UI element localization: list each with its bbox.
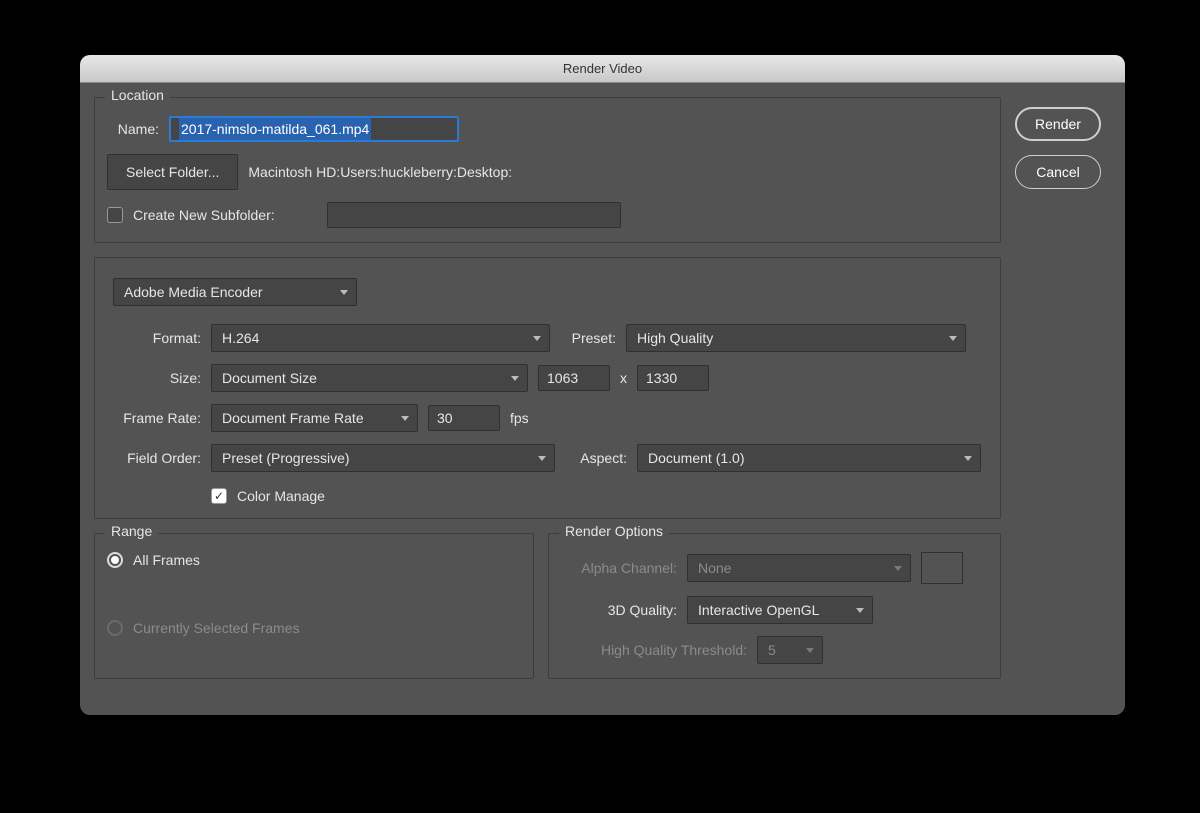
encoder-group: Adobe Media Encoder Format: H.264 Preset… bbox=[94, 257, 1001, 519]
hq-threshold-label: High Quality Threshold: bbox=[561, 642, 747, 658]
window-title: Render Video bbox=[563, 61, 642, 76]
titlebar: Render Video bbox=[80, 55, 1125, 83]
3d-quality-select[interactable]: Interactive OpenGL bbox=[687, 596, 873, 624]
hq-threshold-value: 5 bbox=[768, 642, 776, 658]
aspect-label: Aspect: bbox=[565, 450, 627, 466]
selected-frames-label: Currently Selected Frames bbox=[133, 620, 300, 636]
alpha-channel-value: None bbox=[698, 560, 731, 576]
render-button[interactable]: Render bbox=[1015, 107, 1101, 141]
3d-quality-label: 3D Quality: bbox=[561, 602, 677, 618]
frame-rate-mode-value: Document Frame Rate bbox=[222, 410, 364, 426]
create-subfolder-checkbox[interactable] bbox=[107, 207, 123, 223]
alpha-color-swatch bbox=[921, 552, 963, 584]
create-subfolder-label: Create New Subfolder: bbox=[133, 207, 275, 223]
range-group: Range All Frames Currently Selected Fram… bbox=[94, 533, 534, 679]
name-label: Name: bbox=[107, 121, 159, 137]
location-legend: Location bbox=[105, 87, 170, 103]
all-frames-radio[interactable] bbox=[107, 552, 123, 568]
name-value: 2017-nimslo-matilda_061.mp4 bbox=[179, 118, 371, 140]
name-input[interactable]: 2017-nimslo-matilda_061.mp4 bbox=[169, 116, 459, 142]
field-order-value: Preset (Progressive) bbox=[222, 450, 350, 466]
size-label: Size: bbox=[107, 370, 201, 386]
format-select[interactable]: H.264 bbox=[211, 324, 550, 352]
location-group: Location Name: 2017-nimslo-matilda_061.m… bbox=[94, 97, 1001, 243]
hq-threshold-select: 5 bbox=[757, 636, 823, 664]
field-order-label: Field Order: bbox=[107, 450, 201, 466]
size-mode-select[interactable]: Document Size bbox=[211, 364, 528, 392]
render-options-group: Render Options Alpha Channel: None 3D Qu… bbox=[548, 533, 1001, 679]
frame-rate-input[interactable] bbox=[428, 405, 500, 431]
select-folder-button[interactable]: Select Folder... bbox=[107, 154, 238, 190]
alpha-channel-label: Alpha Channel: bbox=[561, 560, 677, 576]
height-input[interactable] bbox=[637, 365, 709, 391]
size-mode-value: Document Size bbox=[222, 370, 317, 386]
fps-label: fps bbox=[510, 410, 529, 426]
alpha-channel-select: None bbox=[687, 554, 911, 582]
check-icon: ✓ bbox=[214, 490, 224, 502]
encoder-type-value: Adobe Media Encoder bbox=[124, 284, 263, 300]
render-video-dialog: Render Video Location Name: 2017-nimslo-… bbox=[80, 55, 1125, 715]
size-x: x bbox=[620, 370, 627, 386]
encoder-type-select[interactable]: Adobe Media Encoder bbox=[113, 278, 357, 306]
folder-path: Macintosh HD:Users:huckleberry:Desktop: bbox=[248, 164, 512, 180]
preset-label: Preset: bbox=[560, 330, 616, 346]
selected-frames-radio bbox=[107, 620, 123, 636]
width-input[interactable] bbox=[538, 365, 610, 391]
format-value: H.264 bbox=[222, 330, 259, 346]
color-manage-checkbox[interactable]: ✓ bbox=[211, 488, 227, 504]
3d-quality-value: Interactive OpenGL bbox=[698, 602, 819, 618]
subfolder-name-input[interactable] bbox=[327, 202, 621, 228]
all-frames-label: All Frames bbox=[133, 552, 200, 568]
preset-value: High Quality bbox=[637, 330, 713, 346]
frame-rate-mode-select[interactable]: Document Frame Rate bbox=[211, 404, 418, 432]
range-legend: Range bbox=[105, 523, 158, 539]
format-label: Format: bbox=[107, 330, 201, 346]
cancel-button[interactable]: Cancel bbox=[1015, 155, 1101, 189]
preset-select[interactable]: High Quality bbox=[626, 324, 966, 352]
frame-rate-label: Frame Rate: bbox=[107, 410, 201, 426]
aspect-value: Document (1.0) bbox=[648, 450, 744, 466]
render-options-legend: Render Options bbox=[559, 523, 669, 539]
aspect-select[interactable]: Document (1.0) bbox=[637, 444, 981, 472]
color-manage-label: Color Manage bbox=[237, 488, 325, 504]
field-order-select[interactable]: Preset (Progressive) bbox=[211, 444, 555, 472]
